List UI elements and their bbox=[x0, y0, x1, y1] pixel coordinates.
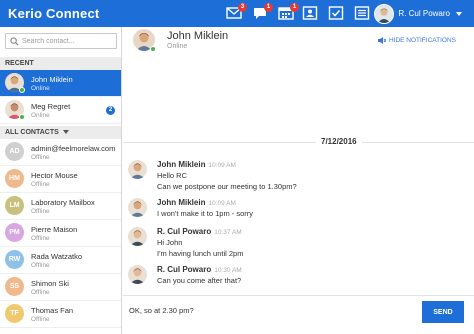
send-button[interactable]: SEND bbox=[422, 301, 464, 323]
search-icon bbox=[10, 37, 19, 46]
contact-list-item[interactable]: AD admin@feelmorelaw.com Offline bbox=[0, 139, 121, 166]
contact-name: Rada Watzatko bbox=[31, 252, 82, 261]
avatar: TF bbox=[5, 304, 24, 323]
message-text: Hello RC bbox=[157, 171, 188, 180]
contact-name: admin@feelmorelaw.com bbox=[31, 144, 116, 153]
message-author: John Miklein bbox=[157, 160, 206, 169]
avatar: RW bbox=[5, 250, 24, 269]
contact-list-item[interactable]: SS Shimon Ski Offline bbox=[0, 274, 121, 301]
message-author: R. Cul Powaro bbox=[157, 265, 212, 274]
search-input[interactable] bbox=[22, 34, 114, 48]
hide-notifications-button[interactable]: HIDE NOTIFICATIONS bbox=[377, 37, 456, 44]
chat-icon[interactable]: 1 bbox=[252, 3, 273, 20]
message-header: John Miklein 10:09 AM bbox=[157, 160, 236, 169]
conversation-header: John Miklein Online HIDE NOTIFICATIONS bbox=[123, 27, 474, 55]
conversation-pane: John Miklein Online HIDE NOTIFICATIONS 7… bbox=[123, 27, 474, 334]
all-contacts-header[interactable]: ALL CONTACTS bbox=[0, 126, 121, 139]
tasks-icon[interactable] bbox=[328, 6, 344, 20]
message-time: 10:09 AM bbox=[208, 200, 236, 207]
recent-header-label: RECENT bbox=[5, 60, 34, 67]
contact-name: Thomas Fan bbox=[31, 306, 74, 315]
contact-name: Laboratory Mailbox bbox=[31, 198, 95, 207]
recent-contact[interactable]: Meg Regret Online 2 bbox=[0, 97, 121, 124]
app-title: Kerio Connect bbox=[8, 6, 100, 21]
online-status-dot bbox=[19, 114, 25, 120]
contact-status: Offline bbox=[31, 154, 50, 161]
notes-icon[interactable] bbox=[354, 6, 370, 20]
message-time: 10:09 AM bbox=[208, 162, 236, 169]
unread-badge: 2 bbox=[106, 106, 115, 115]
contact-name: Hector Mouse bbox=[31, 171, 78, 180]
message-time: 10:30 AM bbox=[214, 267, 242, 274]
message-avatar bbox=[128, 265, 147, 284]
message-avatar bbox=[128, 198, 147, 217]
contact-list-item[interactable]: RW Rada Watzatko Offline bbox=[0, 247, 121, 274]
contact-status: Offline bbox=[31, 289, 50, 296]
date-divider bbox=[123, 142, 474, 143]
calendar-badge: 1 bbox=[290, 3, 299, 12]
conversation-name: John Miklein bbox=[167, 30, 229, 42]
contact-list-item[interactable]: LM Laboratory Mailbox Offline bbox=[0, 193, 121, 220]
mail-badge: 3 bbox=[238, 3, 247, 12]
speaker-mute-icon bbox=[377, 37, 386, 44]
avatar: AD bbox=[5, 142, 24, 161]
avatar: LM bbox=[5, 196, 24, 215]
contact-list-item[interactable]: HM Hector Mouse Offline bbox=[0, 166, 121, 193]
avatar: SS bbox=[5, 277, 24, 296]
contact-status: Offline bbox=[31, 181, 50, 188]
message-avatar bbox=[128, 227, 147, 246]
avatar: PM bbox=[5, 223, 24, 242]
message-author: R. Cul Powaro bbox=[157, 227, 212, 236]
message-header: John Miklein 10:09 AM bbox=[157, 198, 236, 207]
date-label: 7/12/2016 bbox=[316, 137, 362, 146]
message-text: Can you come after that? bbox=[157, 276, 242, 285]
contact-status: Offline bbox=[31, 316, 50, 323]
contact-name: Meg Regret bbox=[31, 102, 71, 111]
hide-notifications-label: HIDE NOTIFICATIONS bbox=[388, 37, 456, 44]
message-text: Can we postpone our meeting to 1.30pm? bbox=[157, 182, 297, 191]
message-text: I'm having lunch until 2pm bbox=[157, 249, 244, 258]
top-bar: Kerio Connect 3 1 1 R. Cul Powaro bbox=[0, 0, 474, 27]
contact-list-item[interactable]: PM Pierre Maison Offline bbox=[0, 220, 121, 247]
contact-status: Offline bbox=[31, 262, 50, 269]
message-header: R. Cul Powaro 10:30 AM bbox=[157, 265, 242, 274]
message-author: John Miklein bbox=[157, 198, 206, 207]
chevron-down-icon bbox=[62, 130, 69, 135]
contact-name: John Miklein bbox=[31, 75, 73, 84]
message-composer: OK, so at 2.30 pm? SEND bbox=[123, 295, 474, 334]
contact-name: Pierre Maison bbox=[31, 225, 78, 234]
message-header: R. Cul Powaro 10:37 AM bbox=[157, 227, 242, 236]
mail-icon[interactable]: 3 bbox=[226, 3, 247, 20]
contact-status: Offline bbox=[31, 208, 50, 215]
message-input[interactable]: OK, so at 2.30 pm? bbox=[129, 302, 409, 326]
recent-header: RECENT bbox=[0, 57, 121, 70]
message-text: I won't make it to 1pm - sorry bbox=[157, 209, 254, 218]
contacts-icon[interactable] bbox=[302, 6, 318, 20]
search-box[interactable] bbox=[5, 33, 117, 49]
date-separator: 7/12/2016 bbox=[123, 136, 474, 148]
message-text: Hi John bbox=[157, 238, 183, 247]
message-avatar bbox=[128, 160, 147, 179]
user-avatar bbox=[374, 3, 395, 24]
contact-status: Online bbox=[31, 112, 50, 119]
chat-badge: 1 bbox=[264, 3, 273, 12]
contact-list-item[interactable]: TF Thomas Fan Offline bbox=[0, 301, 121, 328]
user-menu[interactable]: R. Cul Powaro bbox=[374, 3, 462, 24]
recent-contact[interactable]: John Miklein Online bbox=[0, 70, 121, 97]
message-time: 10:37 AM bbox=[214, 229, 242, 236]
online-status-dot bbox=[150, 46, 156, 52]
calendar-icon[interactable]: 1 bbox=[278, 3, 299, 20]
conversation-status: Online bbox=[167, 43, 188, 50]
all-contacts-header-label: ALL CONTACTS bbox=[5, 129, 59, 136]
chevron-down-icon bbox=[456, 11, 462, 16]
online-status-dot bbox=[19, 87, 25, 93]
user-name: R. Cul Powaro bbox=[398, 9, 450, 18]
avatar: HM bbox=[5, 169, 24, 188]
contact-status: Online bbox=[31, 85, 50, 92]
contacts-sidebar: RECENT John MikleinOnlineMeg RegretOnlin… bbox=[0, 27, 122, 334]
contact-name: Shimon Ski bbox=[31, 279, 69, 288]
contact-status: Offline bbox=[31, 235, 50, 242]
